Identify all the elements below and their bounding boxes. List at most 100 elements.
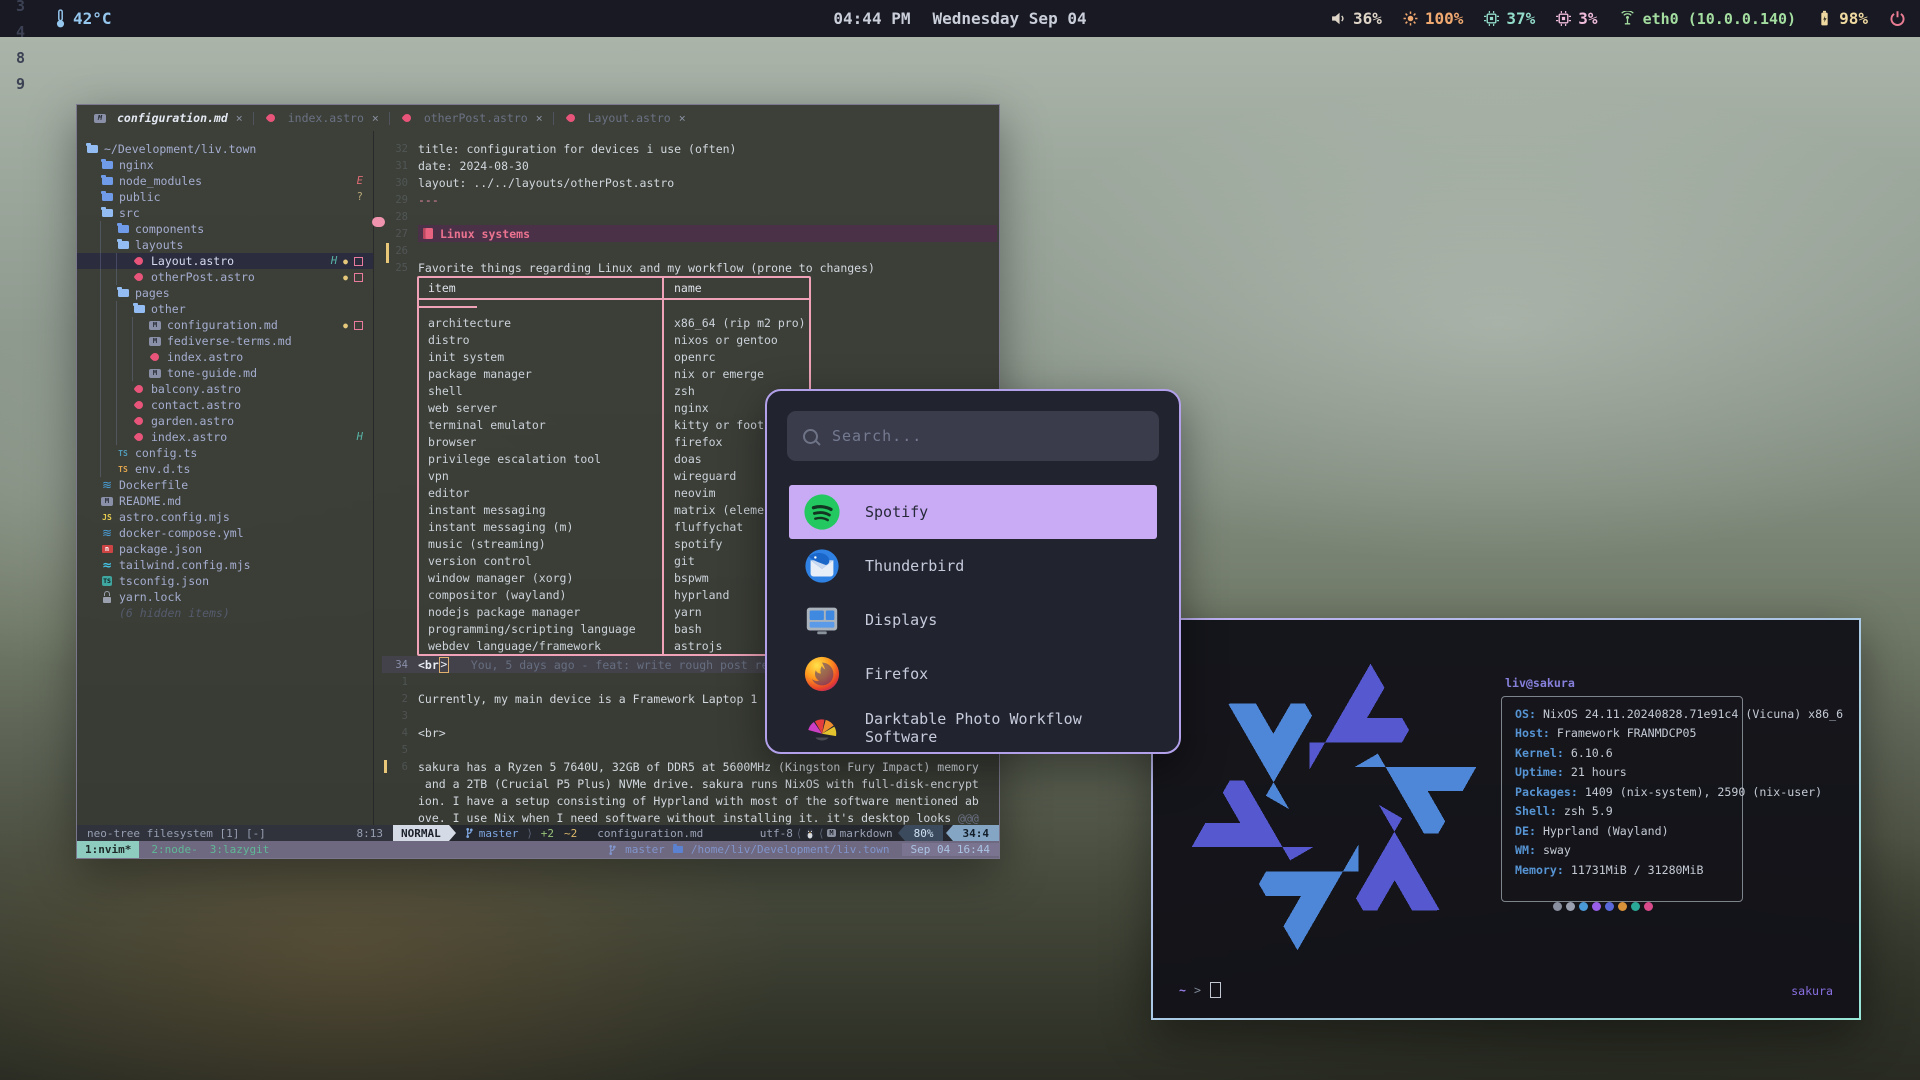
- table-header-item: item: [419, 278, 664, 298]
- tree-item[interactable]: (6 hidden items): [77, 605, 373, 621]
- tree-item-label: balcony.astro: [151, 382, 241, 396]
- volume-module[interactable]: 36%: [1331, 9, 1382, 28]
- tmux-window-3[interactable]: 3:lazygit: [198, 841, 270, 858]
- filetype-indicator: markdown: [840, 827, 893, 840]
- terminal-window[interactable]: liv@sakura OS: NixOS 24.11.20240828.71e9…: [1151, 618, 1861, 1020]
- tree-item[interactable]: node_modulesE: [77, 173, 373, 189]
- ts-blue-icon: [116, 447, 130, 460]
- astro-icon: [564, 112, 578, 125]
- search-input[interactable]: [830, 426, 1143, 446]
- tree-item[interactable]: package.json: [77, 541, 373, 557]
- network-module[interactable]: eth0 (10.0.0.140): [1619, 10, 1797, 28]
- editor-line-text: ion. I have a setup consisting of Hyprla…: [418, 794, 979, 808]
- battery-module[interactable]: 98%: [1817, 9, 1868, 28]
- volume-value: 36%: [1353, 9, 1382, 28]
- tree-item-label: tone-guide.md: [167, 366, 257, 380]
- network-icon: [1619, 11, 1636, 26]
- table-row: browserfirefox: [419, 433, 809, 450]
- markdown-icon: M: [827, 829, 835, 837]
- tree-item[interactable]: tsconfig.json: [77, 573, 373, 589]
- scrollbar-thumb[interactable]: [386, 243, 389, 263]
- editor-line: ove. I use Nix when I need software with…: [382, 809, 999, 825]
- tree-item[interactable]: layouts: [77, 237, 373, 253]
- fetch-info-line: Memory: 11731MiB / 31280MiB: [1515, 860, 1843, 880]
- tree-item[interactable]: pages: [77, 285, 373, 301]
- close-icon[interactable]: ×: [536, 111, 543, 125]
- section-heading: Linux systems: [440, 227, 530, 241]
- table-cell-name: nix or emerge: [664, 367, 809, 381]
- tree-item[interactable]: Dockerfile: [77, 477, 373, 493]
- table-cell-item: window manager (xorg): [419, 569, 664, 586]
- app-row-thunderbird[interactable]: Thunderbird: [789, 539, 1157, 593]
- tree-item-label: layouts: [135, 238, 183, 252]
- editor-line: 29---: [382, 191, 999, 208]
- br-tag: <br: [418, 658, 439, 672]
- tree-item[interactable]: yarn.lock: [77, 589, 373, 605]
- table-cell-item: nodejs package manager: [419, 603, 664, 620]
- neo-tree-statusline: neo-tree filesystem [1] [-] 8:13: [77, 825, 393, 841]
- open-buffer-marker: [354, 257, 363, 266]
- tree-item[interactable]: garden.astro: [77, 413, 373, 429]
- app-label: Thunderbird: [865, 557, 964, 575]
- editor-line: 28: [382, 208, 999, 225]
- fetch-info-lines: OS: NixOS 24.11.20240828.71e91c4 (Vicuna…: [1515, 704, 1843, 880]
- workspace-button-9[interactable]: 9: [8, 71, 33, 97]
- astro-icon: [132, 415, 146, 428]
- tree-item[interactable]: otherPost.astro●: [77, 269, 373, 285]
- git-blame-annotation: You, 5 days ago - feat: write rough post…: [471, 658, 769, 672]
- tree-item[interactable]: README.md: [77, 493, 373, 509]
- app-row-darktable[interactable]: Darktable Photo Workflow Software: [789, 701, 1157, 754]
- tab-Layout.astro[interactable]: Layout.astro×: [554, 105, 696, 131]
- tmux-window-2[interactable]: 2:node-: [139, 841, 197, 858]
- tree-item[interactable]: components: [77, 221, 373, 237]
- tree-item[interactable]: contact.astro: [77, 397, 373, 413]
- tree-item[interactable]: config.ts: [77, 445, 373, 461]
- tree-item-markers: E: [357, 175, 373, 187]
- workspace-button-4[interactable]: 4: [8, 19, 33, 45]
- tree-item[interactable]: index.astro: [77, 349, 373, 365]
- tree-item[interactable]: docker-compose.yml: [77, 525, 373, 541]
- app-row-spotify[interactable]: Spotify: [789, 485, 1157, 539]
- editor-line: 31date: 2024-08-30: [382, 157, 999, 174]
- close-icon[interactable]: ×: [372, 111, 379, 125]
- astro-icon: [132, 431, 146, 444]
- tree-item[interactable]: index.astroH: [77, 429, 373, 445]
- app-row-firefox[interactable]: Firefox: [789, 647, 1157, 701]
- launcher-search[interactable]: [787, 411, 1159, 461]
- tree-item[interactable]: nginx: [77, 157, 373, 173]
- tree-item[interactable]: ~/Development/liv.town: [77, 141, 373, 157]
- tab-index.astro[interactable]: index.astro×: [254, 105, 389, 131]
- tree-item[interactable]: src: [77, 205, 373, 221]
- close-icon[interactable]: ×: [679, 111, 686, 125]
- tree-item[interactable]: tailwind.config.mjs: [77, 557, 373, 573]
- tree-item[interactable]: balcony.astro: [77, 381, 373, 397]
- app-row-displays[interactable]: Displays: [789, 593, 1157, 647]
- displays-icon: [803, 601, 841, 639]
- tree-item[interactable]: fediverse-terms.md: [77, 333, 373, 349]
- docker-icon: [100, 479, 114, 492]
- tree-item[interactable]: tone-guide.md: [77, 365, 373, 381]
- line-number: 30: [382, 177, 408, 189]
- shell-prompt[interactable]: ~ >: [1179, 982, 1221, 998]
- ts-teal-icon: [100, 575, 114, 588]
- tmux-window-1[interactable]: 1:nvim*: [77, 841, 139, 858]
- brightness-module[interactable]: 100%: [1403, 9, 1464, 28]
- mod-marker: ●: [343, 321, 348, 330]
- tree-item[interactable]: astro.config.mjs: [77, 509, 373, 525]
- tree-item[interactable]: env.d.ts: [77, 461, 373, 477]
- editor-line-text: date: 2024-08-30: [418, 159, 529, 173]
- tree-item-markers: ?: [357, 191, 373, 203]
- tree-item[interactable]: other: [77, 301, 373, 317]
- tab-otherPost.astro[interactable]: otherPost.astro×: [390, 105, 553, 131]
- workspace-button-8[interactable]: 8: [8, 45, 33, 71]
- tree-item[interactable]: Layout.astroH●: [77, 253, 373, 269]
- tab-configuration.md[interactable]: configuration.md×: [83, 105, 253, 131]
- workspace-button-3[interactable]: 3: [8, 0, 33, 19]
- close-icon[interactable]: ×: [236, 111, 243, 125]
- astro-icon: [132, 383, 146, 396]
- tree-item[interactable]: configuration.md●: [77, 317, 373, 333]
- tree-item-label: Layout.astro: [151, 254, 234, 268]
- tree-item[interactable]: public?: [77, 189, 373, 205]
- js-icon: [100, 511, 114, 524]
- power-button[interactable]: [1889, 10, 1906, 27]
